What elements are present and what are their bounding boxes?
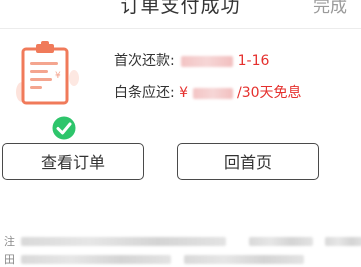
baitiao-due-label: 白条应还: — [114, 85, 175, 101]
redacted-note-1b — [249, 237, 313, 246]
done-button[interactable]: 完成 — [313, 0, 347, 17]
note-line-1: 注 — [4, 233, 361, 247]
redacted-amount — [193, 88, 233, 99]
page-title: 订单支付成功 — [0, 0, 361, 18]
redacted-note-2 — [21, 255, 171, 264]
check-badge-icon — [50, 114, 78, 142]
first-repayment-row: 首次还款: 1-16 — [114, 50, 269, 70]
first-repayment-date: 1-16 — [238, 53, 270, 69]
first-repayment-label: 首次还款: — [114, 53, 175, 69]
redacted-note-1c — [325, 237, 361, 246]
order-clipboard-icon: ¥ — [14, 40, 84, 116]
redacted-note-2b — [184, 255, 304, 264]
svg-text:¥: ¥ — [55, 71, 61, 81]
redacted-date — [181, 56, 233, 67]
baitiao-due-row: 白条应还: ¥ /30天免息 — [114, 82, 302, 102]
note-line-1-lead: 注 — [4, 233, 15, 249]
baitiao-interest-free: /30天免息 — [237, 85, 302, 101]
note-line-2-lead: 田 — [4, 251, 15, 267]
back-home-button[interactable]: 回首页 — [177, 143, 319, 180]
redacted-note-1 — [21, 237, 226, 246]
view-order-button[interactable]: 查看订单 — [2, 143, 144, 180]
navigation-bar: 订单支付成功 完成 — [0, 0, 361, 28]
baitiao-currency: ¥ — [179, 85, 188, 101]
